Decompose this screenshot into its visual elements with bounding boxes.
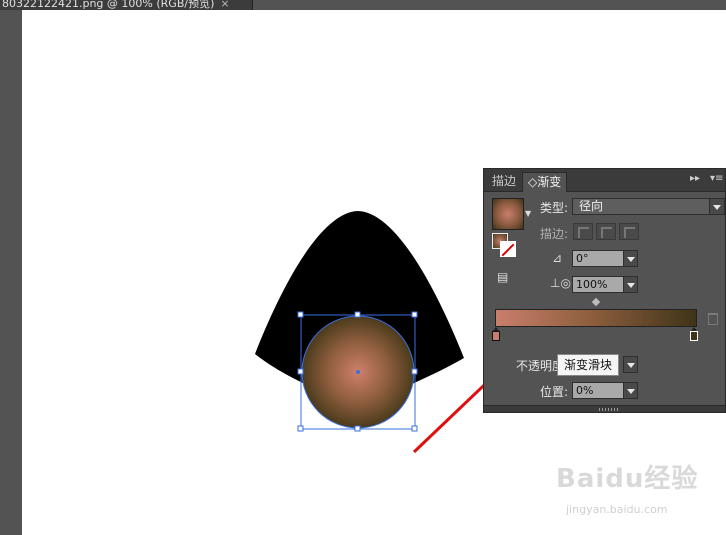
panel-menu-icon[interactable]: ▾≡ [710, 173, 723, 184]
resize-grip-icon[interactable] [599, 408, 619, 411]
collapse-panel-icon[interactable]: ▸▸ [690, 173, 700, 184]
type-label: 类型: [540, 201, 569, 215]
aspect-ratio-field[interactable]: 100% [572, 276, 624, 293]
angle-field[interactable]: 0° [572, 250, 624, 267]
gradient-stop-end[interactable] [690, 327, 698, 341]
gradient-thumbnail[interactable] [492, 198, 524, 230]
panel-footer [484, 405, 725, 412]
document-tab[interactable]: 80322122421.png @ 100% (RGB/预览) × [0, 0, 253, 10]
location-label: 位置: [540, 385, 569, 399]
tab-gradient[interactable]: ◇渐变 [522, 172, 568, 192]
tab-gradient-prefix: ◇ [528, 175, 538, 189]
chevron-down-icon[interactable] [623, 382, 638, 399]
chevron-down-icon[interactable]: ▼ [525, 209, 531, 218]
tools-gutter [0, 10, 23, 535]
tab-gradient-label: 渐变 [537, 175, 562, 189]
panel-header: 描边 ◇渐变 ▸▸ ▾≡ [484, 169, 725, 192]
watermark-logo: Baidu经验 [556, 464, 699, 494]
chevron-down-icon[interactable] [709, 199, 724, 214]
gradient-panel: 描边 ◇渐变 ▸▸ ▾≡ ▼ 类型: 径向 ▤ 描边: ⊿ 0° ⊥◎ 100%… [483, 168, 726, 413]
delete-stop-icon[interactable] [708, 313, 718, 325]
chevron-down-icon[interactable] [623, 276, 638, 293]
stroke-label: 描边: [540, 227, 569, 241]
stroke-across-button[interactable] [619, 223, 639, 240]
watermark-url: jingyan.baidu.com [566, 503, 668, 516]
angle-icon: ⊿ [552, 251, 563, 265]
location-field[interactable]: 0% [572, 382, 624, 399]
type-value: 径向 [579, 199, 604, 213]
gradient-stop-start[interactable] [492, 327, 500, 341]
chevron-down-icon[interactable] [623, 356, 638, 373]
aspect-ratio-icon: ⊥◎ [550, 276, 571, 290]
stroke-along-button[interactable] [596, 223, 616, 240]
gradient-midpoint[interactable] [591, 297, 601, 307]
gradient-slider-bar[interactable] [495, 309, 697, 327]
tab-stroke[interactable]: 描边 [487, 172, 521, 191]
stroke-swatch[interactable] [500, 241, 516, 257]
stroke-within-button[interactable] [573, 223, 593, 240]
align-icon[interactable]: ▤ [497, 270, 508, 284]
type-select[interactable]: 径向 [572, 198, 725, 215]
close-tab-icon[interactable]: × [220, 0, 229, 10]
document-title: 80322122421.png @ 100% (RGB/预览) [2, 0, 215, 10]
tooltip: 渐变滑块 [557, 354, 620, 376]
chevron-down-icon[interactable] [623, 250, 638, 267]
